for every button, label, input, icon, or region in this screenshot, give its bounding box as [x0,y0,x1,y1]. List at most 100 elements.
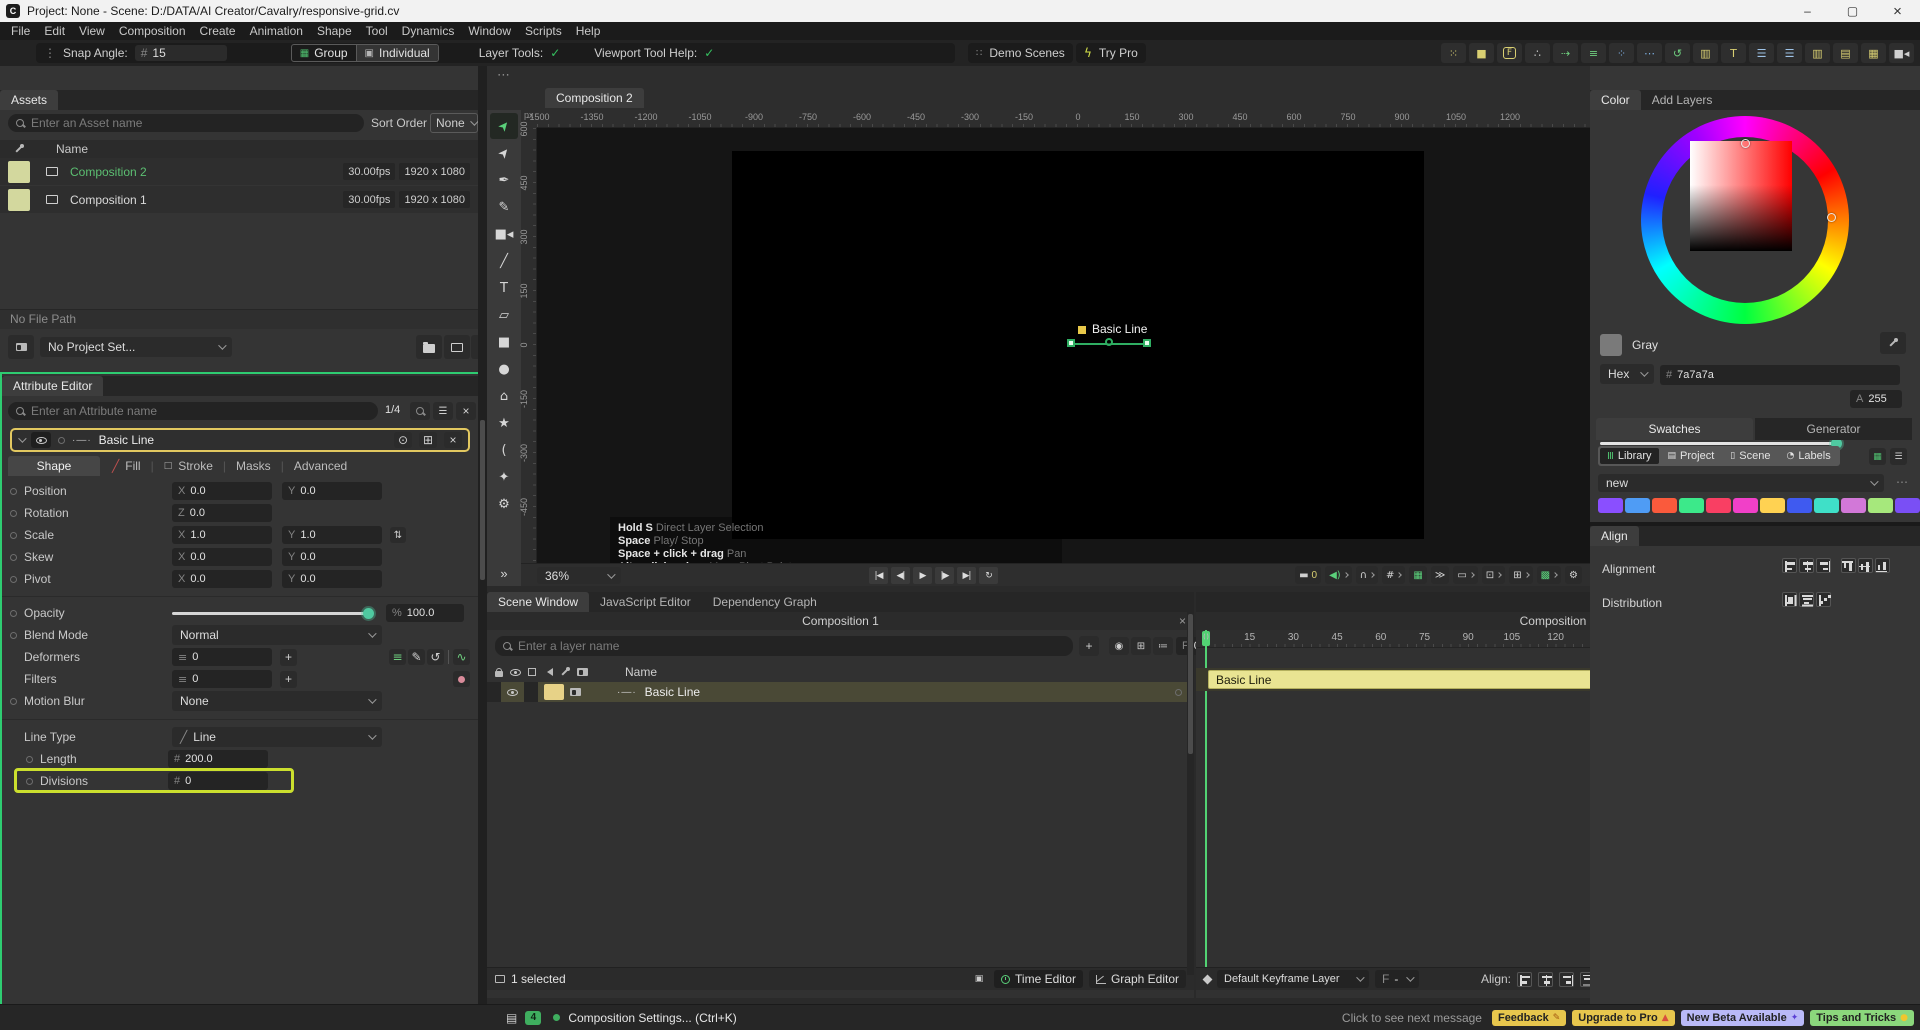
new-frame-button[interactable] [444,335,470,359]
viewport-layout-button[interactable]: ▦ [1409,566,1426,584]
swatch-6[interactable] [1760,498,1785,513]
swatch-5[interactable] [1733,498,1758,513]
menu-file[interactable]: File [4,24,37,38]
project-icon-button[interactable] [8,335,34,359]
asset-row-composition-2[interactable]: Composition 230.00fps1920 x 1080 [0,158,478,185]
group-button[interactable]: ▦ Group [292,45,356,61]
swatch-set-dropdown[interactable]: new [1598,474,1884,492]
add-filter-button[interactable]: + [280,671,297,688]
layer-visibility-toggle[interactable] [507,689,518,696]
pivot-x-field[interactable]: X0.0 [172,570,272,588]
keyframe-toggle[interactable] [10,554,17,561]
arc-tool[interactable]: ( [490,437,518,463]
tab-add-layers[interactable]: Add Layers [1641,90,1724,110]
keyframe-toggle[interactable] [10,610,17,617]
step-forward-button[interactable]: |▶ [935,567,954,584]
distribute-grid-button[interactable] [1816,592,1831,607]
opacity-slider[interactable] [172,612,372,615]
feedback-button[interactable]: Feedback✎ [1492,1010,1566,1026]
text-tool[interactable]: T [490,275,518,301]
tab-javascript-editor[interactable]: JavaScript Editor [589,592,702,612]
more-tools-button[interactable]: » [490,560,518,586]
close-button[interactable]: × [1875,0,1920,22]
menu-create[interactable]: Create [193,24,243,38]
pivot-y-field[interactable]: Y0.0 [282,570,382,588]
link-scale-button[interactable]: ⇅ [390,527,406,543]
object-label[interactable]: Basic Line [1092,322,1147,336]
position-y-field[interactable]: Y0.0 [282,482,382,500]
tab-swatches[interactable]: Swatches [1596,418,1753,440]
swatch-3[interactable] [1679,498,1704,513]
snap-angle-field[interactable]: # 15 [135,45,227,61]
add-attribute-button[interactable]: ☰ [433,402,453,420]
tab-shape[interactable]: Shape [8,456,100,476]
swatch-11[interactable] [1895,498,1920,513]
cross-dots-icon[interactable]: ⁘ [1609,43,1634,63]
align-top-button[interactable] [1841,558,1856,573]
layer-row-basic-line[interactable]: ·—· Basic Line [487,682,1194,702]
move-pivot-button[interactable]: ⊞ [1131,637,1151,655]
tab-scene-window[interactable]: Scene Window [487,592,589,612]
scatter-icon[interactable]: ∴ [1525,43,1550,63]
play-button[interactable]: ▶ [913,567,932,584]
keyframe-bars-icon[interactable]: ☰ [1749,43,1774,63]
pen-tool[interactable]: ✒ [490,167,518,193]
search-settings-button[interactable] [410,402,430,420]
pin-button[interactable]: ⊙ [394,432,412,448]
length-field[interactable]: #200.0 [168,750,268,768]
blend-mode-dropdown[interactable]: Normal [172,625,382,645]
scene-scrollbar[interactable] [1187,612,1194,975]
attribute-search[interactable] [8,402,378,420]
frame-icon[interactable]: F [1497,43,1522,63]
asset-row-composition-1[interactable]: Composition 130.00fps1920 x 1080 [0,186,478,213]
render-frame-counter[interactable]: ▬0 [1295,566,1321,584]
swatch-1[interactable] [1625,498,1650,513]
status-hint[interactable]: Click to see next message [1342,1011,1482,1025]
keyframe-toggle[interactable] [26,756,33,763]
menu-shape[interactable]: Shape [310,24,359,38]
columns-icon[interactable]: ▥ [1805,43,1830,63]
close-scene-button[interactable]: × [1179,614,1186,628]
keyframe-bars2-icon[interactable]: ☰ [1777,43,1802,63]
keyframe-toggle[interactable] [10,632,17,639]
skew-y-field[interactable]: Y0.0 [282,548,382,566]
open-folder-button[interactable] [416,335,442,359]
render-cam-icon[interactable]: ■◂ [1889,43,1914,63]
distribute-v-button[interactable] [1799,592,1814,607]
layer-keyframe-indicator[interactable] [1175,689,1182,696]
tab-stroke[interactable]: Stroke [178,459,213,473]
layer-tools-checkbox[interactable]: ✓ [550,46,560,60]
tab-color[interactable]: Color [1590,90,1641,110]
step-back-button[interactable]: ◀| [891,567,910,584]
line-handle-left[interactable] [1067,339,1075,347]
sv-cursor[interactable] [1741,139,1750,148]
scale-x-field[interactable]: X1.0 [172,526,272,544]
tab-align[interactable]: Align [1590,526,1639,546]
sparkle-tool[interactable]: ✦ [490,464,518,490]
keyframe-toggle[interactable] [10,698,17,705]
line-tool[interactable]: ╱ [490,248,518,274]
loop-button[interactable]: ↻ [979,567,998,584]
filter-dropdown[interactable]: F- [1375,970,1419,988]
time-editor-button[interactable]: Time Editor [994,970,1083,988]
menu-animation[interactable]: Animation [243,24,310,38]
add-deformer-button[interactable]: + [280,649,297,666]
layer-header[interactable]: ·—· Basic Line ⊙ ⊞ × [10,428,470,452]
swatch-4[interactable] [1706,498,1731,513]
camera-tool[interactable]: ■◂ [490,221,518,247]
viewport-tool-help-checkbox[interactable]: ✓ [704,46,714,60]
tab-advanced[interactable]: Advanced [294,459,347,473]
keyframe-toggle[interactable] [26,778,33,785]
ellipse-tool[interactable]: ● [490,356,518,382]
list-view-button[interactable]: ☰ [1890,448,1907,465]
align-middle-v-button[interactable] [1858,558,1873,573]
box-icon[interactable]: ■ [1469,43,1494,63]
panel-divider[interactable] [0,372,478,374]
visibility-button[interactable] [31,432,51,448]
tab-dependency-graph[interactable]: Dependency Graph [702,592,828,612]
sort-order-dropdown[interactable]: None [430,113,478,133]
tl-align-center-button[interactable] [1538,972,1553,987]
swatch-2[interactable] [1652,498,1677,513]
filter-settings-button[interactable]: ≔ [1153,637,1173,655]
status-message[interactable]: Composition Settings... (Ctrl+K) [568,1011,736,1025]
